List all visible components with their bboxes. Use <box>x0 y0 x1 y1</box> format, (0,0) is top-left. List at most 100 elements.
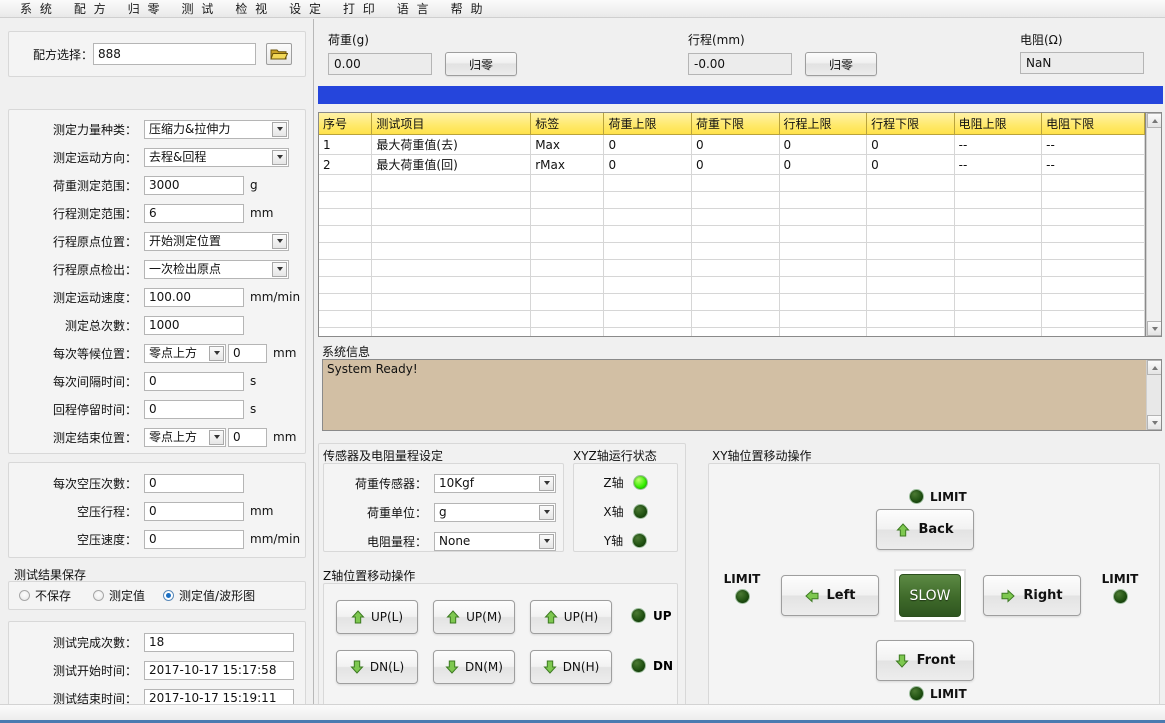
table-cell-empty[interactable] <box>319 277 372 294</box>
table-cell-empty[interactable] <box>954 311 1042 328</box>
table-cell-r0-c5[interactable]: 0 <box>779 135 867 155</box>
table-cell-empty[interactable] <box>692 328 780 338</box>
table-cell-r1-c0[interactable]: 2 <box>319 155 372 175</box>
table-cell-empty[interactable] <box>1042 175 1145 192</box>
front-button[interactable]: Front <box>876 640 974 681</box>
setting-combo-11[interactable]: 零点上方 <box>144 428 226 447</box>
table-cell-empty[interactable] <box>954 209 1042 226</box>
table-cell-empty[interactable] <box>779 243 867 260</box>
table-cell-empty[interactable] <box>779 328 867 338</box>
menu-item-test[interactable]: 测 试 <box>171 0 225 17</box>
back-button[interactable]: Back <box>876 509 974 550</box>
table-cell-r1-c6[interactable]: 0 <box>867 155 955 175</box>
table-cell-empty[interactable] <box>1042 260 1145 277</box>
table-cell-empty[interactable] <box>319 328 372 338</box>
table-cell-empty[interactable] <box>779 294 867 311</box>
table-cell-empty[interactable] <box>954 192 1042 209</box>
table-cell-empty[interactable] <box>954 328 1042 338</box>
table-cell-empty[interactable] <box>954 277 1042 294</box>
table-row-empty[interactable] <box>319 260 1145 277</box>
z-axis-button-uph[interactable]: UP(H) <box>530 600 612 634</box>
recipe-select-input[interactable]: 888 <box>93 43 256 65</box>
table-cell-empty[interactable] <box>604 175 692 192</box>
setting-input-6[interactable]: 100.00 <box>144 288 244 307</box>
table-cell-empty[interactable] <box>531 192 604 209</box>
table-cell-empty[interactable] <box>779 209 867 226</box>
table-cell-empty[interactable] <box>1042 277 1145 294</box>
table-cell-empty[interactable] <box>692 226 780 243</box>
z-axis-button-upl[interactable]: UP(L) <box>336 600 418 634</box>
table-cell-r0-c1[interactable]: 最大荷重值(去) <box>372 135 531 155</box>
table-cell-empty[interactable] <box>692 260 780 277</box>
table-cell-r1-c4[interactable]: 0 <box>692 155 780 175</box>
radio-icon-0[interactable] <box>19 590 30 601</box>
table-cell-empty[interactable] <box>779 277 867 294</box>
table-cell-empty[interactable] <box>1042 311 1145 328</box>
table-row-empty[interactable] <box>319 226 1145 243</box>
table-cell-r0-c3[interactable]: 0 <box>604 135 692 155</box>
setting-input-3[interactable]: 6 <box>144 204 244 223</box>
table-row-empty[interactable] <box>319 192 1145 209</box>
setting-combo-5[interactable]: 一次检出原点 <box>144 260 289 279</box>
table-row-empty[interactable] <box>319 277 1145 294</box>
sysinfo-scroll-down-button[interactable] <box>1147 415 1162 430</box>
table-cell-r0-c6[interactable]: 0 <box>867 135 955 155</box>
setting-combo-4[interactable]: 开始测定位置 <box>144 232 289 251</box>
table-cell-empty[interactable] <box>372 192 531 209</box>
test-info-value-1[interactable]: 2017-10-17 15:17:58 <box>144 661 294 680</box>
table-cell-empty[interactable] <box>319 294 372 311</box>
table-row-empty[interactable] <box>319 243 1145 260</box>
table-column-header-0[interactable]: 序号 <box>319 113 372 135</box>
setting-combo-8[interactable]: 零点上方 <box>144 344 226 363</box>
z-axis-button-dnh[interactable]: DN(H) <box>530 650 612 684</box>
menu-item-zero[interactable]: 归 零 <box>118 0 172 17</box>
table-cell-empty[interactable] <box>319 192 372 209</box>
table-cell-empty[interactable] <box>692 243 780 260</box>
sysinfo-scroll-up-button[interactable] <box>1147 360 1162 375</box>
menu-item-help[interactable]: 帮 助 <box>441 0 495 17</box>
table-cell-r0-c8[interactable]: -- <box>1042 135 1145 155</box>
z-axis-button-upm[interactable]: UP(M) <box>433 600 515 634</box>
table-column-header-7[interactable]: 电阻上限 <box>954 113 1042 135</box>
scroll-down-button[interactable] <box>1147 321 1162 336</box>
table-cell-empty[interactable] <box>604 277 692 294</box>
table-cell-empty[interactable] <box>372 209 531 226</box>
table-cell-empty[interactable] <box>779 192 867 209</box>
table-cell-empty[interactable] <box>1042 294 1145 311</box>
table-cell-empty[interactable] <box>954 243 1042 260</box>
table-cell-empty[interactable] <box>1042 328 1145 338</box>
air-input-0[interactable]: 0 <box>144 474 244 493</box>
table-cell-empty[interactable] <box>867 277 955 294</box>
table-cell-empty[interactable] <box>779 226 867 243</box>
setting-input-11[interactable]: 0 <box>228 428 267 447</box>
menu-item-print[interactable]: 打 印 <box>333 0 387 17</box>
setting-input-7[interactable]: 1000 <box>144 316 244 335</box>
menu-item-language[interactable]: 语 言 <box>387 0 441 17</box>
save-option-0[interactable]: 不保存 <box>19 587 71 604</box>
table-cell-empty[interactable] <box>1042 226 1145 243</box>
sensor-combo-1[interactable]: g <box>434 503 556 522</box>
table-cell-empty[interactable] <box>867 175 955 192</box>
table-column-header-2[interactable]: 标签 <box>531 113 604 135</box>
table-cell-empty[interactable] <box>604 294 692 311</box>
table-cell-empty[interactable] <box>604 260 692 277</box>
table-column-header-8[interactable]: 电阻下限 <box>1042 113 1145 135</box>
travel-zero-button[interactable]: 归零 <box>805 52 877 76</box>
table-column-header-3[interactable]: 荷重上限 <box>604 113 692 135</box>
table-cell-empty[interactable] <box>779 260 867 277</box>
table-row-empty[interactable] <box>319 311 1145 328</box>
table-cell-empty[interactable] <box>867 328 955 338</box>
table-cell-empty[interactable] <box>604 192 692 209</box>
table-row-empty[interactable] <box>319 294 1145 311</box>
table-cell-empty[interactable] <box>604 328 692 338</box>
table-cell-empty[interactable] <box>531 209 604 226</box>
table-cell-empty[interactable] <box>954 175 1042 192</box>
table-cell-empty[interactable] <box>692 294 780 311</box>
table-cell-r0-c2[interactable]: Max <box>531 135 604 155</box>
table-column-header-6[interactable]: 行程下限 <box>867 113 955 135</box>
test-info-value-0[interactable]: 18 <box>144 633 294 652</box>
table-cell-empty[interactable] <box>372 277 531 294</box>
table-row-empty[interactable] <box>319 175 1145 192</box>
table-cell-empty[interactable] <box>372 311 531 328</box>
table-cell-empty[interactable] <box>692 277 780 294</box>
